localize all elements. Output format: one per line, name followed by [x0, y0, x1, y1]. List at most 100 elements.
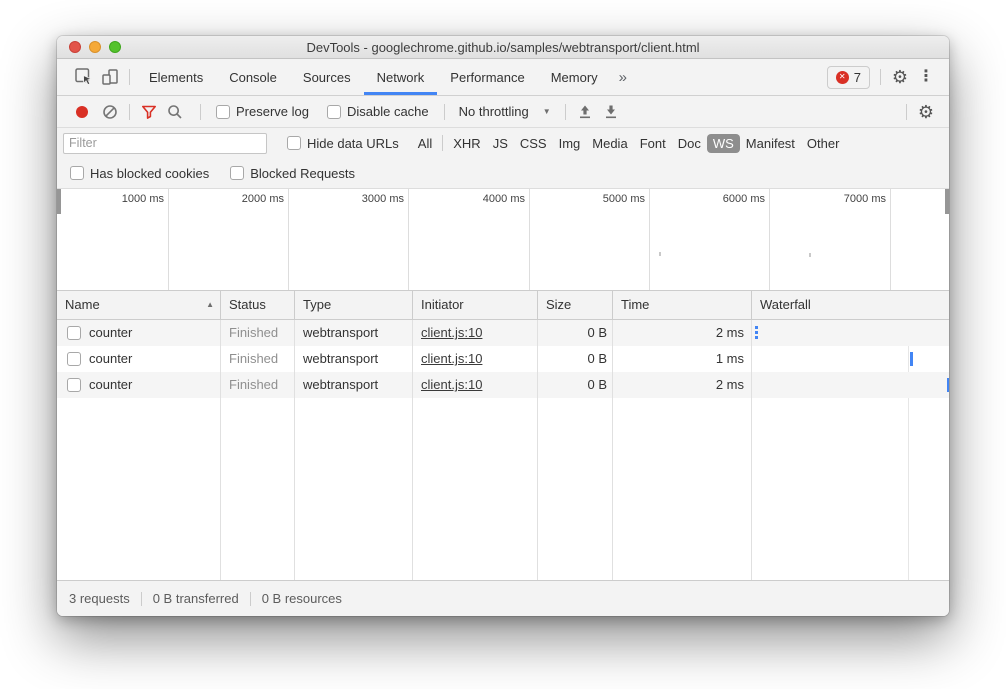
- waterfall-bar[interactable]: [755, 326, 758, 340]
- resources-size: 0 B resources: [262, 591, 342, 606]
- column-header-type[interactable]: Type: [295, 291, 413, 319]
- request-size-cell: 0 B: [538, 320, 613, 346]
- minimize-window-button[interactable]: [89, 41, 101, 53]
- filter-type-all[interactable]: All: [412, 134, 438, 153]
- export-har-button[interactable]: [598, 99, 624, 125]
- preserve-log-checkbox[interactable]: Preserve log: [216, 104, 309, 119]
- filter-type-doc[interactable]: Doc: [672, 134, 707, 153]
- throttling-dropdown[interactable]: No throttling ▼: [459, 104, 551, 119]
- import-har-button[interactable]: [572, 99, 598, 125]
- table-row[interactable]: counter Finished webtransport client.js:…: [57, 320, 949, 346]
- filter-type-xhr[interactable]: XHR: [447, 134, 486, 153]
- filter-type-other[interactable]: Other: [801, 134, 846, 153]
- traffic-lights: [69, 36, 121, 58]
- filter-bar: Hide data URLs All XHR JS CSS Img Media …: [57, 128, 949, 158]
- request-initiator-cell: client.js:10: [413, 346, 538, 372]
- error-badge[interactable]: ✕ 7: [827, 66, 870, 89]
- sort-ascending-icon: ▲: [206, 291, 214, 319]
- blocked-requests-checkbox[interactable]: Blocked Requests: [230, 166, 355, 181]
- waterfall-bar[interactable]: [910, 352, 913, 366]
- waterfall-bar[interactable]: [947, 378, 949, 392]
- gridline: [408, 189, 409, 290]
- blocked-requests-label: Blocked Requests: [250, 166, 355, 181]
- inspect-element-button[interactable]: [71, 64, 97, 90]
- column-header-initiator[interactable]: Initiator: [413, 291, 538, 319]
- device-toolbar-button[interactable]: [97, 64, 123, 90]
- row-checkbox[interactable]: [67, 352, 81, 366]
- request-initiator-cell: client.js:10: [413, 372, 538, 398]
- request-name: counter: [89, 320, 132, 346]
- request-time-cell: 1 ms: [613, 346, 752, 372]
- row-checkbox[interactable]: [67, 378, 81, 392]
- column-divider[interactable]: [412, 320, 413, 580]
- divider: [200, 104, 201, 120]
- filter-input[interactable]: [63, 133, 267, 154]
- column-divider[interactable]: [294, 320, 295, 580]
- requests-table-body: counter Finished webtransport client.js:…: [57, 320, 949, 580]
- column-label: Name: [65, 291, 100, 319]
- column-divider[interactable]: [751, 320, 752, 580]
- filter-type-ws[interactable]: WS: [707, 134, 740, 153]
- filter-type-img[interactable]: Img: [553, 134, 587, 153]
- import-har-icon: [577, 104, 593, 120]
- tick-label: 4000 ms: [439, 193, 525, 205]
- network-settings-button[interactable]: ⚙: [913, 99, 939, 125]
- device-toolbar-icon: [100, 67, 120, 87]
- request-size-cell: 0 B: [538, 372, 613, 398]
- tick-label: 6000 ms: [679, 193, 765, 205]
- table-row[interactable]: counter Finished webtransport client.js:…: [57, 346, 949, 372]
- column-header-time[interactable]: Time: [613, 291, 752, 319]
- record-button[interactable]: [76, 106, 88, 118]
- tab-memory[interactable]: Memory: [538, 60, 611, 95]
- checkbox-icon: [230, 166, 244, 180]
- tab-performance[interactable]: Performance: [437, 60, 537, 95]
- checkbox-icon: [216, 105, 230, 119]
- zoom-window-button[interactable]: [109, 41, 121, 53]
- main-menu-button[interactable]: ⋮: [913, 64, 939, 90]
- filter-type-js[interactable]: JS: [487, 134, 514, 153]
- filter-type-css[interactable]: CSS: [514, 134, 553, 153]
- tab-console[interactable]: Console: [216, 60, 290, 95]
- tab-sources[interactable]: Sources: [290, 60, 364, 95]
- table-row[interactable]: counter Finished webtransport client.js:…: [57, 372, 949, 398]
- filter-type-manifest[interactable]: Manifest: [740, 134, 801, 153]
- inspect-cursor-icon: [74, 67, 94, 87]
- filter-toggle-button[interactable]: [136, 99, 162, 125]
- devtools-window: DevTools - googlechrome.github.io/sample…: [57, 36, 949, 616]
- clear-button[interactable]: [97, 99, 123, 125]
- request-name: counter: [89, 346, 132, 372]
- checkbox-icon: [327, 105, 341, 119]
- error-count: 7: [854, 70, 861, 85]
- initiator-link[interactable]: client.js:10: [421, 325, 482, 340]
- tick-label: 3000 ms: [318, 193, 404, 205]
- filter-type-media[interactable]: Media: [586, 134, 633, 153]
- tab-network[interactable]: Network: [364, 60, 438, 95]
- initiator-link[interactable]: client.js:10: [421, 377, 482, 392]
- network-overview-timeline[interactable]: 1000 ms 2000 ms 3000 ms 4000 ms 5000 ms …: [57, 189, 949, 291]
- overview-right-handle[interactable]: [945, 189, 949, 214]
- column-header-status[interactable]: Status: [221, 291, 295, 319]
- column-header-size[interactable]: Size: [538, 291, 613, 319]
- column-divider[interactable]: [220, 320, 221, 580]
- more-tabs-button[interactable]: »: [611, 69, 635, 86]
- overview-left-handle[interactable]: [57, 189, 61, 214]
- settings-button[interactable]: ⚙: [887, 64, 913, 90]
- request-status-cell: Finished: [221, 346, 295, 372]
- column-divider[interactable]: [612, 320, 613, 580]
- has-blocked-cookies-checkbox[interactable]: Has blocked cookies: [70, 166, 209, 181]
- tab-elements[interactable]: Elements: [136, 60, 216, 95]
- column-divider[interactable]: [537, 320, 538, 580]
- filter-type-font[interactable]: Font: [634, 134, 672, 153]
- tick-label: 2000 ms: [198, 193, 284, 205]
- close-window-button[interactable]: [69, 41, 81, 53]
- checkbox-icon: [70, 166, 84, 180]
- preserve-log-label: Preserve log: [236, 104, 309, 119]
- row-checkbox[interactable]: [67, 326, 81, 340]
- hide-data-urls-checkbox[interactable]: Hide data URLs: [287, 136, 399, 151]
- column-header-waterfall[interactable]: Waterfall: [752, 291, 949, 319]
- search-button[interactable]: [162, 99, 188, 125]
- divider: [442, 135, 443, 151]
- disable-cache-checkbox[interactable]: Disable cache: [327, 104, 429, 119]
- column-header-name[interactable]: Name ▲: [57, 291, 221, 319]
- initiator-link[interactable]: client.js:10: [421, 351, 482, 366]
